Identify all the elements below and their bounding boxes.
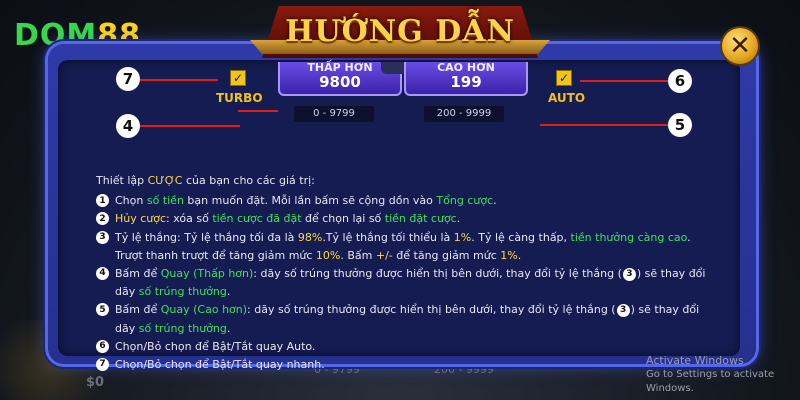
check-icon: ✓ [558,71,570,85]
item-ref-number: 3 [622,267,636,281]
higher-button[interactable]: CAO HƠN 199 [404,62,528,96]
activate-windows-watermark: Activate Windows Go to Settings to activ… [646,354,800,396]
item-text: Chọn/Bỏ chọn để Bật/Tắt quay nhanh. [115,358,325,372]
instruction-item-7: 7 Chọn/Bỏ chọn để Bật/Tắt quay nhanh. [96,356,716,374]
intro-text: Thiết lập [96,174,148,187]
instruction-item-5: 5 Bấm để Quay (Cao hơn): dãy số trúng th… [96,301,716,337]
marker-line-4b [238,110,278,112]
instructions-intro: Thiết lập CƯỢC của bạn cho các giá trị: [96,172,716,190]
marker-5: 5 [668,113,692,137]
instruction-item-1: 1 Chọn số tiền bạn muốn đặt. Mỗi lần bấm… [96,192,716,210]
auto-label: AUTO [548,91,586,105]
item-number: 4 [96,267,109,281]
marker-6: 6 [668,69,692,93]
check-icon: ✓ [232,71,244,85]
higher-button-value: 199 [450,73,482,91]
marker-line-7 [140,79,218,81]
instruction-item-3: 3 Tỷ lệ thắng: Tỷ lệ thắng tối đa là 98%… [96,229,716,265]
item-number: 3 [96,230,109,244]
item-number: 7 [96,358,109,372]
item-number: 6 [96,339,109,353]
item-ref-number: 3 [616,303,630,317]
item-text: Hủy cược: xóa số tiền cược đã đặt để chọ… [115,212,461,226]
marker-7: 7 [116,67,140,91]
item-text: Tỷ lệ thắng: Tỷ lệ thắng tối đa là 98%.T… [115,230,691,262]
watermark-line-2: Go to Settings to activate Windows. [646,369,775,394]
item-text: Bấm để Quay (Thấp hơn): dãy số trúng thư… [115,267,706,299]
intro-text-end: của bạn cho các giá trị: [182,174,315,187]
close-icon: ✕ [729,31,751,61]
item-number: 2 [96,212,109,226]
item-number: 1 [96,194,109,208]
lower-range: 0 - 9799 [294,106,374,122]
item-number: 5 [96,303,109,317]
item-text: Chọn/Bỏ chọn để Bật/Tắt quay Auto. [115,339,316,353]
balance-display: $0 [86,375,105,390]
lower-button-value: 9800 [319,73,361,91]
instruction-item-6: 6 Chọn/Bỏ chọn để Bật/Tắt quay Auto. [96,338,716,356]
instructions: Thiết lập CƯỢC của bạn cho các giá trị: … [96,172,716,374]
dialog-title: HƯỚNG DẪN [285,14,515,49]
auto-checkbox[interactable]: ✓ [556,70,572,86]
marker-line-5 [540,124,670,126]
close-button[interactable]: ✕ [722,28,758,64]
instruction-item-4: 4 Bấm để Quay (Thấp hơn): dãy số trúng t… [96,265,716,301]
item-text: Bấm để Quay (Cao hơn): dãy số trúng thưở… [115,303,700,335]
higher-button-label: CAO HƠN [437,61,495,74]
marker-4: 4 [116,114,140,138]
turbo-label: TURBO [216,91,263,105]
intro-highlight: CƯỢC [147,174,183,187]
marker-line-4 [140,125,240,127]
turbo-checkbox[interactable]: ✓ [230,70,246,86]
instruction-item-2: 2 Hủy cược: xóa số tiền cược đã đặt để c… [96,210,716,228]
watermark-line-1: Activate Windows [646,354,744,367]
item-text: Chọn số tiền bạn muốn đặt. Mỗi lần bấm s… [115,194,497,208]
marker-line-6 [580,80,670,82]
higher-range: 200 - 9999 [424,106,504,122]
